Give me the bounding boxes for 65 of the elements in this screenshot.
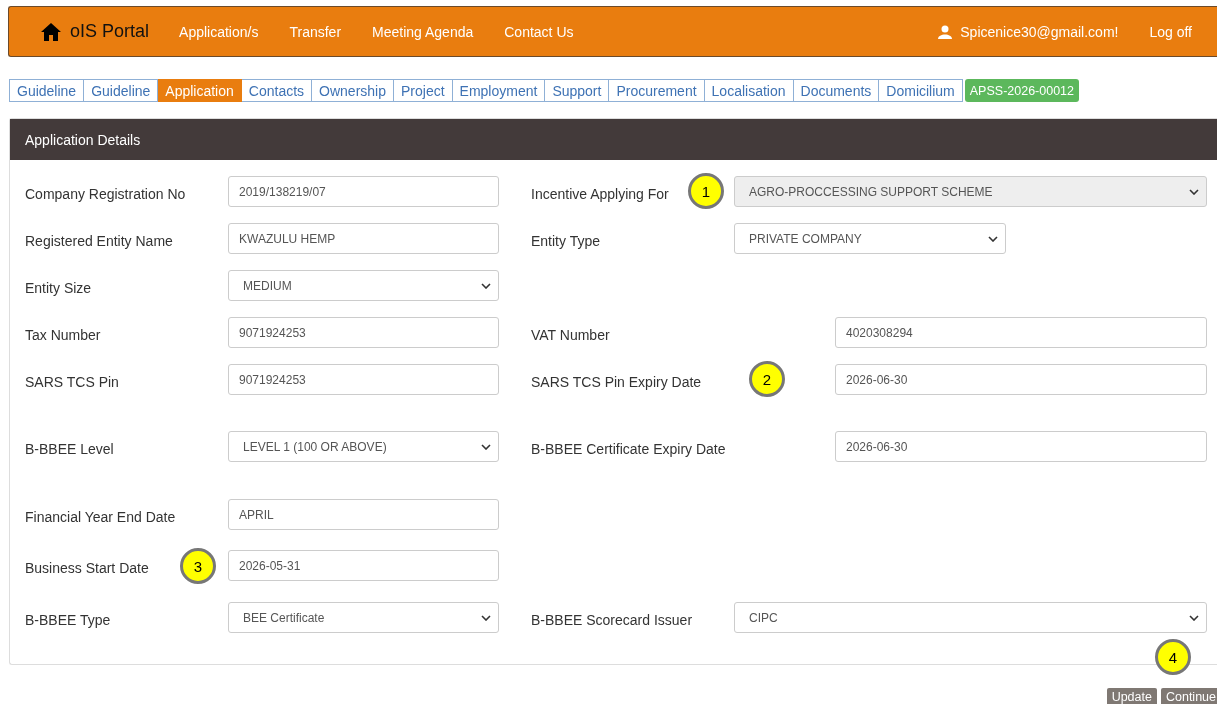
chevron-icon xyxy=(481,282,491,289)
home-icon xyxy=(41,22,61,41)
tab[interactable]: Guideline xyxy=(84,79,159,102)
logoff-link[interactable]: Log off xyxy=(1149,23,1192,40)
chevron-icon xyxy=(481,614,491,621)
chevron-icon xyxy=(1189,188,1199,195)
tab[interactable]: Documents xyxy=(793,79,880,102)
input-field[interactable]: 9071924253 xyxy=(228,317,499,348)
user-link[interactable]: Spicenice30@gmail.com! xyxy=(938,23,1119,40)
select-field[interactable]: PRIVATE COMPANY xyxy=(734,223,1006,254)
field-label: VAT Number xyxy=(531,327,610,343)
field-label: Incentive Applying For xyxy=(531,186,669,202)
field-label: B-BBEE Type xyxy=(25,612,111,628)
input-field[interactable]: 2019/138219/07 xyxy=(228,176,499,207)
tab[interactable]: Employment xyxy=(452,79,546,102)
select-field[interactable]: CIPC xyxy=(734,602,1207,633)
select-field[interactable]: LEVEL 1 (100 OR ABOVE) xyxy=(228,431,499,462)
input-field[interactable]: KWAZULU HEMP xyxy=(228,223,499,254)
tab[interactable]: Procurement xyxy=(609,79,705,102)
tab[interactable]: Domicilium xyxy=(879,79,963,102)
field-label: Company Registration No xyxy=(25,186,186,202)
chevron-icon xyxy=(1189,614,1199,621)
tab[interactable]: Support xyxy=(545,79,610,102)
nav-link[interactable]: Application/s xyxy=(179,23,259,40)
panel-title: Application Details xyxy=(10,119,1217,160)
field-label: Registered Entity Name xyxy=(25,233,173,249)
input-field[interactable]: APRIL xyxy=(228,499,499,530)
field-label: SARS TCS Pin Expiry Date xyxy=(531,374,702,390)
nav-link[interactable]: Contact Us xyxy=(504,23,574,40)
field-label: Entity Type xyxy=(531,233,600,249)
application-id-badge: APSS-2026-00012 xyxy=(964,79,1080,102)
field-label: B-BBEE Certificate Expiry Date xyxy=(531,441,726,457)
input-field[interactable]: 2026-05-31 xyxy=(228,550,499,581)
annotation-marker: 1 xyxy=(688,173,724,209)
nav-link[interactable]: Meeting Agenda xyxy=(372,23,474,40)
input-field[interactable]: 2026-06-30 xyxy=(835,431,1207,462)
field-label: Tax Number xyxy=(25,327,101,343)
field-label: Business Start Date xyxy=(25,560,149,576)
field-label: Financial Year End Date xyxy=(25,509,176,525)
home-link[interactable]: oIS Portal xyxy=(41,21,150,42)
brand-name: oIS Portal xyxy=(70,21,150,42)
action-button[interactable]: Update xyxy=(1106,688,1157,704)
tab[interactable]: Contacts xyxy=(241,79,313,102)
input-field[interactable]: 2026-06-30 xyxy=(835,364,1207,395)
select-field[interactable]: MEDIUM xyxy=(228,270,499,301)
field-label: Entity Size xyxy=(25,280,92,296)
chevron-icon xyxy=(988,235,998,242)
annotation-marker: 3 xyxy=(180,548,216,584)
action-button[interactable]: Continue xyxy=(1160,688,1217,704)
tab[interactable]: Localisation xyxy=(704,79,794,102)
input-field[interactable]: 9071924253 xyxy=(228,364,499,395)
nav-link[interactable]: Transfer xyxy=(289,23,342,40)
chevron-icon xyxy=(481,443,491,450)
field-label: B-BBEE Level xyxy=(25,441,114,457)
annotation-marker: 4 xyxy=(1155,639,1191,675)
tab[interactable]: Project xyxy=(394,79,453,102)
annotation-marker: 2 xyxy=(749,361,785,397)
field-label: B-BBEE Scorecard Issuer xyxy=(531,612,693,628)
field-label: SARS TCS Pin xyxy=(25,374,119,390)
tab[interactable]: Ownership xyxy=(312,79,394,102)
select-field[interactable]: BEE Certificate xyxy=(228,602,499,633)
input-field[interactable]: 4020308294 xyxy=(835,317,1207,348)
tab[interactable]: Application xyxy=(158,79,242,102)
user-icon xyxy=(938,24,953,39)
tab[interactable]: Guideline xyxy=(9,79,85,102)
